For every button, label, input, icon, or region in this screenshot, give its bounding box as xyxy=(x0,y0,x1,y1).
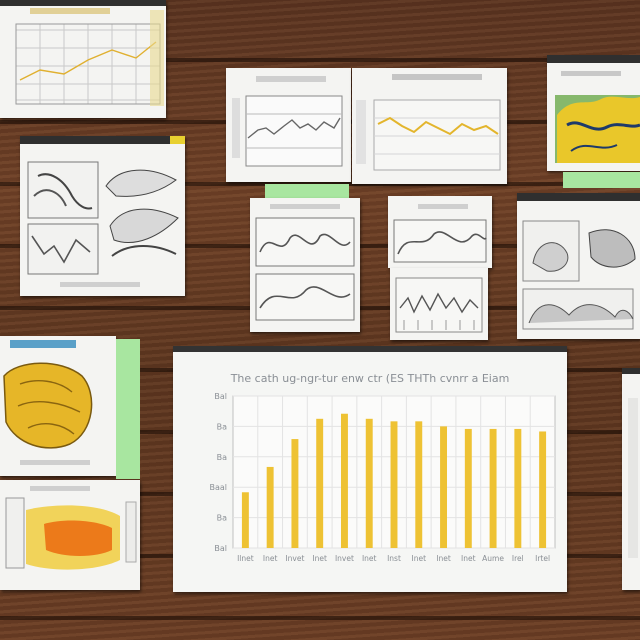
bar xyxy=(340,413,348,548)
green-tab xyxy=(116,339,140,479)
line-chart-sheet-yellow xyxy=(352,68,507,184)
map-figure-sheet xyxy=(547,55,640,171)
x-tick-label: Invet xyxy=(335,554,354,563)
y-tick-label: Bal xyxy=(214,544,227,553)
y-tick-label: Baal xyxy=(209,483,227,492)
y-tick-label: Ba xyxy=(217,514,227,523)
bar xyxy=(415,421,423,548)
spectrum-figure-sheet xyxy=(390,268,488,340)
x-tick-label: Aume xyxy=(482,554,504,563)
bar xyxy=(464,428,472,548)
wave-figure-sheet xyxy=(250,198,360,332)
bar xyxy=(440,426,448,548)
sketch-figure-sheet xyxy=(517,193,640,339)
bar xyxy=(241,492,249,548)
green-tab xyxy=(563,172,640,188)
x-tick-label: Inet xyxy=(461,554,476,563)
bar xyxy=(390,421,398,548)
botanical-figure-sheet xyxy=(20,136,185,296)
x-tick-label: Inet xyxy=(436,554,451,563)
x-tick-label: Inst xyxy=(387,554,401,563)
x-tick-label: Irel xyxy=(512,554,524,563)
specimen-figure-sheet xyxy=(0,336,116,476)
line-chart-sheet-gray xyxy=(226,68,351,182)
bar xyxy=(365,418,373,548)
wooden-board: The cath ug-ngr-tur enw ctr (ES THTh cvn… xyxy=(0,0,640,640)
bar xyxy=(316,418,324,548)
bar xyxy=(266,466,274,548)
bar-chart: Ilnet Inet Invet Inet Invet Inet Inst Inet Inet I… xyxy=(209,392,556,563)
x-tick-label: Irtel xyxy=(535,554,550,563)
bar xyxy=(291,439,299,548)
x-tick-label: Inet xyxy=(362,554,377,563)
bar xyxy=(514,428,522,548)
y-tick-label: Bal xyxy=(214,392,227,401)
orange-figure-sheet xyxy=(0,480,140,590)
x-tick-label: Invet xyxy=(285,554,304,563)
x-tick-label: Inet xyxy=(412,554,427,563)
x-tick-label: Inet xyxy=(263,554,278,563)
x-tick-label: Ilnet xyxy=(237,554,254,563)
x-tick-label: Inet xyxy=(312,554,327,563)
grid-chart-sheet xyxy=(0,0,166,118)
bar-chart-sheet: The cath ug-ngr-tur enw ctr (ES THTh cvn… xyxy=(173,346,567,592)
y-tick-label: Ba xyxy=(217,422,227,431)
bar xyxy=(489,428,497,548)
bar xyxy=(539,431,547,548)
edge-sheet xyxy=(622,368,640,590)
y-tick-label: Ba xyxy=(217,453,227,462)
wave-figure-sheet-right xyxy=(388,196,492,268)
